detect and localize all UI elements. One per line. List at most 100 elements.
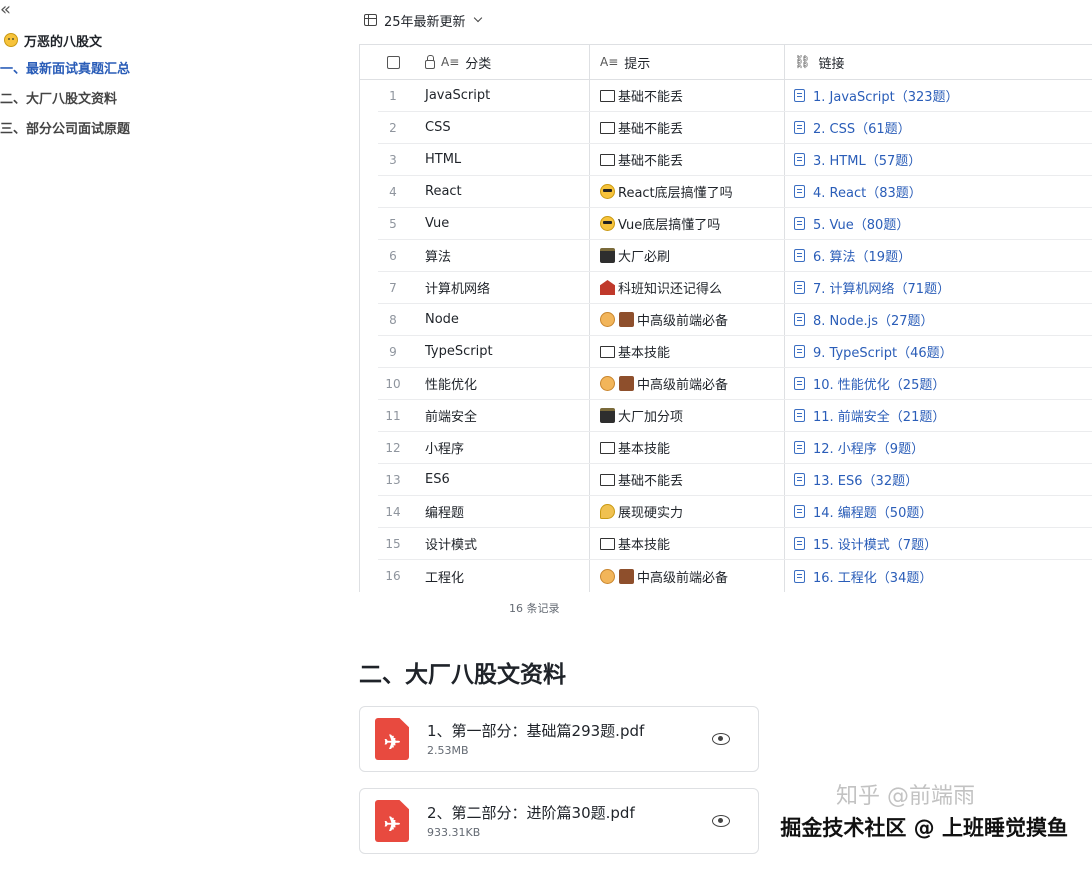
document-link[interactable]: 12. 小程序（9题） xyxy=(813,438,924,457)
tip-cell[interactable]: 中高级前端必备 xyxy=(590,368,785,399)
document-link[interactable]: 3. HTML（57题） xyxy=(813,150,921,169)
category-cell[interactable]: Node xyxy=(408,304,590,335)
category-cell[interactable]: React xyxy=(408,176,590,207)
tip-cell[interactable]: 基本技能 xyxy=(590,432,785,463)
tip-cell[interactable]: 大厂必刷 xyxy=(590,240,785,271)
link-cell[interactable]: 7. 计算机网络（71题） xyxy=(785,272,1092,303)
table-row[interactable]: 11 前端安全 大厂加分项 11. 前端安全（21题） xyxy=(378,400,1092,432)
tip-cell[interactable]: 大厂加分项 xyxy=(590,400,785,431)
table-row[interactable]: 3 HTML 基础不能丢 3. HTML（57题） xyxy=(378,144,1092,176)
column-header-tip[interactable]: A≡ 提示 xyxy=(590,45,785,79)
table-row[interactable]: 15 设计模式 基本技能 15. 设计模式（7题） xyxy=(378,528,1092,560)
link-cell[interactable]: 11. 前端安全（21题） xyxy=(785,400,1092,431)
tip-cell[interactable]: 基础不能丢 xyxy=(590,464,785,495)
link-cell[interactable]: 4. React（83题） xyxy=(785,176,1092,207)
select-all-checkbox[interactable] xyxy=(387,55,400,69)
table-row[interactable]: 1 JavaScript 基础不能丢 1. JavaScript（323题） xyxy=(378,80,1092,112)
category-cell[interactable]: HTML xyxy=(408,144,590,175)
tip-cell[interactable]: 中高级前端必备 xyxy=(590,304,785,335)
pdf-icon: ✈ xyxy=(375,718,409,760)
document-link[interactable]: 2. CSS（61题） xyxy=(813,118,911,137)
category-cell[interactable]: 编程题 xyxy=(408,496,590,527)
row-index: 7 xyxy=(389,280,397,295)
category-cell[interactable]: CSS xyxy=(408,112,590,143)
document-link[interactable]: 11. 前端安全（21题） xyxy=(813,406,945,425)
tip-cell[interactable]: 基本技能 xyxy=(590,336,785,367)
table-row[interactable]: 9 TypeScript 基本技能 9. TypeScript（46题） xyxy=(378,336,1092,368)
toc-title[interactable]: 万恶的八股文 xyxy=(0,30,300,50)
category-cell[interactable]: TypeScript xyxy=(408,336,590,367)
link-cell[interactable]: 15. 设计模式（7题） xyxy=(785,528,1092,559)
select-all-cell[interactable] xyxy=(360,45,425,79)
link-cell[interactable]: 1. JavaScript（323题） xyxy=(785,80,1092,111)
file-card[interactable]: ✈ 2、第二部分：进阶篇30题.pdf 933.31KB xyxy=(359,788,759,854)
document-link[interactable]: 13. ES6（32题） xyxy=(813,470,918,489)
preview-eye-icon[interactable] xyxy=(712,815,730,827)
tip-cell[interactable]: 展现硬实力 xyxy=(590,496,785,527)
document-link[interactable]: 8. Node.js（27题） xyxy=(813,310,934,329)
row-index: 9 xyxy=(389,344,397,359)
collapse-sidebar-icon[interactable]: « xyxy=(0,0,18,20)
document-link[interactable]: 4. React（83题） xyxy=(813,182,922,201)
link-cell[interactable]: 13. ES6（32题） xyxy=(785,464,1092,495)
worker-face-icon xyxy=(600,312,615,327)
tip-cell[interactable]: 科班知识还记得么 xyxy=(590,272,785,303)
document-link[interactable]: 10. 性能优化（25题） xyxy=(813,374,945,393)
table-row[interactable]: 7 计算机网络 科班知识还记得么 7. 计算机网络（71题） xyxy=(378,272,1092,304)
table-row[interactable]: 4 React React底层搞懂了吗 4. React（83题） xyxy=(378,176,1092,208)
table-row[interactable]: 5 Vue Vue底层搞懂了吗 5. Vue（80题） xyxy=(378,208,1092,240)
tip-cell[interactable]: 基础不能丢 xyxy=(590,80,785,111)
category-cell[interactable]: ES6 xyxy=(408,464,590,495)
table-row[interactable]: 13 ES6 基础不能丢 13. ES6（32题） xyxy=(378,464,1092,496)
link-cell[interactable]: 10. 性能优化（25题） xyxy=(785,368,1092,399)
category-cell[interactable]: Vue xyxy=(408,208,590,239)
preview-eye-icon[interactable] xyxy=(712,733,730,745)
link-cell[interactable]: 5. Vue（80题） xyxy=(785,208,1092,239)
category-cell[interactable]: JavaScript xyxy=(408,80,590,111)
document-link[interactable]: 7. 计算机网络（71题） xyxy=(813,278,950,297)
table-row[interactable]: 16 工程化 中高级前端必备 16. 工程化（34题） xyxy=(378,560,1092,592)
category-cell[interactable]: 性能优化 xyxy=(408,368,590,399)
link-cell[interactable]: 12. 小程序（9题） xyxy=(785,432,1092,463)
link-cell[interactable]: 2. CSS（61题） xyxy=(785,112,1092,143)
document-link[interactable]: 14. 编程题（50题） xyxy=(813,502,932,521)
link-cell[interactable]: 14. 编程题（50题） xyxy=(785,496,1092,527)
category-cell[interactable]: 工程化 xyxy=(408,560,590,592)
link-cell[interactable]: 9. TypeScript（46题） xyxy=(785,336,1092,367)
category-cell[interactable]: 算法 xyxy=(408,240,590,271)
document-link[interactable]: 15. 设计模式（7题） xyxy=(813,534,937,553)
toc-item-company-questions[interactable]: 三、部分公司面试原题 xyxy=(0,120,300,140)
link-cell[interactable]: 8. Node.js（27题） xyxy=(785,304,1092,335)
tip-cell[interactable]: 基础不能丢 xyxy=(590,112,785,143)
file-card[interactable]: ✈ 1、第一部分：基础篇293题.pdf 2.53MB xyxy=(359,706,759,772)
link-cell[interactable]: 3. HTML（57题） xyxy=(785,144,1092,175)
tip-cell[interactable]: 基础不能丢 xyxy=(590,144,785,175)
tip-cell[interactable]: 基本技能 xyxy=(590,528,785,559)
category-cell[interactable]: 计算机网络 xyxy=(408,272,590,303)
toc-item-big-company-materials[interactable]: 二、大厂八股文资料 xyxy=(0,90,300,110)
document-link[interactable]: 6. 算法（19题） xyxy=(813,246,911,265)
table-row[interactable]: 2 CSS 基础不能丢 2. CSS（61题） xyxy=(378,112,1092,144)
column-header-category[interactable]: A≡ 分类 xyxy=(425,45,590,79)
link-cell[interactable]: 6. 算法（19题） xyxy=(785,240,1092,271)
link-cell[interactable]: 16. 工程化（34题） xyxy=(785,560,1092,592)
document-link[interactable]: 9. TypeScript（46题） xyxy=(813,342,953,361)
category-cell[interactable]: 设计模式 xyxy=(408,528,590,559)
tip-cell[interactable]: 中高级前端必备 xyxy=(590,560,785,592)
category-cell[interactable]: 前端安全 xyxy=(408,400,590,431)
table-row[interactable]: 10 性能优化 中高级前端必备 10. 性能优化（25题） xyxy=(378,368,1092,400)
category-cell[interactable]: 小程序 xyxy=(408,432,590,463)
toc-item-latest-questions[interactable]: 一、最新面试真题汇总 xyxy=(0,60,300,80)
table-row[interactable]: 14 编程题 展现硬实力 14. 编程题（50题） xyxy=(378,496,1092,528)
column-header-link[interactable]: ⛓ 链接 xyxy=(785,45,1092,79)
column-header-tip-label: 提示 xyxy=(624,56,651,72)
view-switcher[interactable]: 25年最新更新 xyxy=(364,9,482,31)
table-row[interactable]: 8 Node 中高级前端必备 8. Node.js（27题） xyxy=(378,304,1092,336)
document-link[interactable]: 1. JavaScript（323题） xyxy=(813,86,959,105)
tip-cell[interactable]: Vue底层搞懂了吗 xyxy=(590,208,785,239)
document-link[interactable]: 5. Vue（80题） xyxy=(813,214,909,233)
table-row[interactable]: 6 算法 大厂必刷 6. 算法（19题） xyxy=(378,240,1092,272)
table-row[interactable]: 12 小程序 基本技能 12. 小程序（9题） xyxy=(378,432,1092,464)
tip-cell[interactable]: React底层搞懂了吗 xyxy=(590,176,785,207)
document-link[interactable]: 16. 工程化（34题） xyxy=(813,567,932,586)
